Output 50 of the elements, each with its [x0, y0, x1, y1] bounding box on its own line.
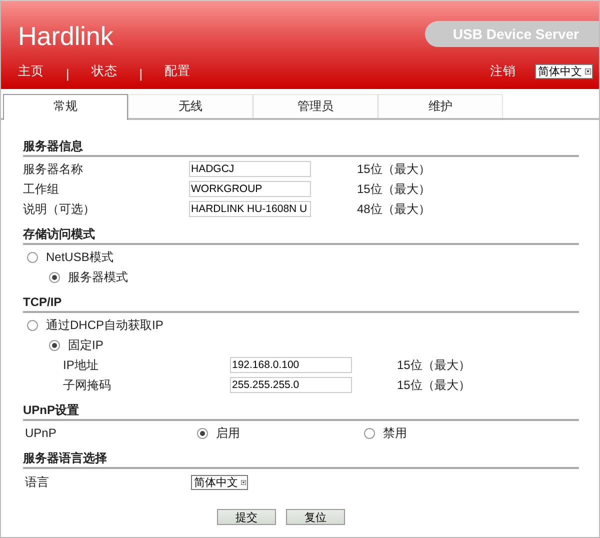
radio-button[interactable] — [49, 340, 60, 350]
field-hint: 15位（最大） — [357, 180, 432, 198]
tab[interactable]: 维护 — [378, 94, 503, 118]
radio-label: 禁用 — [383, 424, 407, 442]
field-label: 语言 — [25, 474, 50, 490]
input-field[interactable]: 255.255.255.0 — [230, 377, 352, 393]
section-heading: UPnP设置 — [23, 403, 579, 421]
brand-logo: Hardlink — [18, 21, 114, 51]
field-label: 子网掩码 — [63, 376, 112, 394]
caret-icon — [585, 66, 591, 76]
section-heading: 服务器信息 — [23, 139, 579, 157]
tab[interactable]: 常规 — [3, 94, 128, 120]
tab[interactable]: 无线 — [128, 94, 253, 118]
input-field[interactable]: HADGCJ — [189, 161, 311, 177]
section-heading: TCP/IP — [23, 295, 579, 313]
field-hint: 15位（最大） — [397, 376, 472, 394]
radio-label: 服务器模式 — [68, 268, 128, 286]
field-label: IP地址 — [63, 356, 100, 374]
input-field[interactable]: WORKGROUP — [189, 181, 311, 197]
field-hint: 15位（最大） — [357, 160, 432, 178]
radio-button[interactable] — [27, 252, 38, 262]
radio-label: 固定IP — [68, 336, 104, 354]
nav-separator: | — [139, 67, 142, 81]
field-label: UPnP — [25, 426, 58, 440]
section-heading: 存储访问模式 — [23, 227, 579, 245]
form-button[interactable]: 提交 — [217, 509, 276, 525]
field-label: 说明（可选） — [23, 200, 96, 218]
field-hint: 15位（最大） — [397, 356, 472, 374]
radio-button[interactable] — [27, 320, 38, 330]
field-hint: 48位（最大） — [357, 200, 432, 218]
radio-label: NetUSB模式 — [46, 248, 114, 266]
language-select[interactable]: 简体中文 — [191, 474, 248, 490]
radio-button[interactable] — [49, 272, 60, 282]
input-field[interactable]: HARDLINK HU-1608N U — [189, 201, 311, 217]
nav-link[interactable]: 配置 — [164, 62, 190, 80]
section-heading: 服务器语言选择 — [23, 451, 579, 469]
radio-button[interactable] — [364, 428, 375, 438]
input-field[interactable]: 192.168.0.100 — [230, 357, 352, 373]
nav-link[interactable]: 状态 — [91, 62, 118, 80]
field-label: 服务器名称 — [23, 160, 84, 178]
logout-link[interactable]: 注销 — [490, 62, 516, 80]
radio-button[interactable] — [197, 428, 208, 438]
radio-label: 启用 — [216, 424, 240, 442]
form-button[interactable]: 复位 — [286, 509, 345, 525]
nav-separator: | — [66, 67, 70, 81]
tab[interactable]: 管理员 — [253, 94, 378, 118]
radio-label: 通过DHCP自动获取IP — [46, 316, 164, 334]
nav-link[interactable]: 主页 — [18, 62, 44, 80]
language-select[interactable]: 简体中文 — [535, 64, 593, 78]
field-label: 工作组 — [23, 180, 60, 198]
